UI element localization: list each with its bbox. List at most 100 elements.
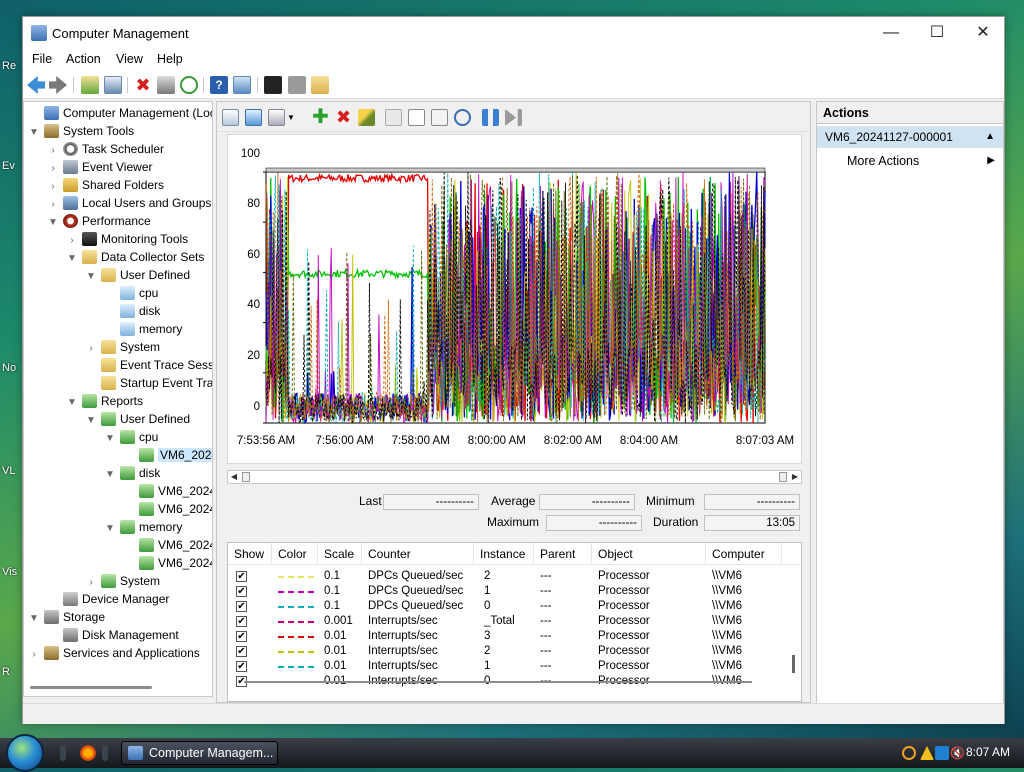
desktop-icon-label[interactable]: No bbox=[2, 362, 16, 374]
expand-arrow-icon[interactable]: › bbox=[28, 646, 40, 664]
copy-properties-icon[interactable] bbox=[385, 109, 402, 126]
tree-item[interactable]: VM6_2024 bbox=[123, 554, 212, 572]
print-icon[interactable] bbox=[157, 76, 175, 94]
show-checkbox[interactable]: ✔ bbox=[236, 571, 247, 582]
time-range-start-handle[interactable] bbox=[242, 472, 250, 482]
legend-row[interactable]: ✔ 0.01 Interrupts/sec 1 --- Processor \\VM6 bbox=[228, 659, 801, 674]
highlight-icon[interactable] bbox=[358, 109, 375, 126]
actions-selected-item[interactable]: VM6_20241127-000001 ▲ bbox=[817, 126, 1003, 148]
title-bar[interactable]: Computer Management — ☐ ✕ bbox=[23, 17, 1004, 49]
step-icon[interactable] bbox=[505, 109, 522, 126]
show-checkbox[interactable]: ✔ bbox=[236, 601, 247, 612]
column-object[interactable]: Object bbox=[592, 543, 706, 565]
forward-icon[interactable] bbox=[49, 76, 67, 94]
scrollbar-thumb[interactable] bbox=[30, 686, 152, 689]
collapse-arrow-icon[interactable]: ▼ bbox=[28, 124, 40, 142]
desktop-icon-label[interactable]: R bbox=[2, 666, 10, 678]
more-actions[interactable]: More Actions bbox=[847, 154, 919, 168]
performance-chart[interactable]: 100 80 60 40 20 0 7:53:56 AM 7:56:00 AM 7:… bbox=[227, 134, 802, 464]
column-color[interactable]: Color bbox=[272, 543, 318, 565]
legend-horizontal-scrollbar[interactable] bbox=[244, 681, 752, 683]
tree-item[interactable]: VM6_2024 bbox=[123, 482, 212, 500]
warning-icon[interactable] bbox=[920, 746, 934, 760]
scroll-right-icon[interactable]: ▶ bbox=[789, 471, 801, 483]
scroll-left-icon[interactable]: ◀ bbox=[228, 471, 240, 483]
legend-vertical-scrollbar[interactable] bbox=[792, 655, 795, 673]
tree-item[interactable]: › Shared Folders bbox=[47, 176, 164, 194]
view-histogram-icon[interactable] bbox=[245, 109, 262, 126]
show-hide-tree-icon[interactable] bbox=[104, 76, 122, 94]
tree-item[interactable]: Device Manager bbox=[47, 590, 169, 608]
legend-row[interactable]: ✔ 0.01 Interrupts/sec 3 --- Processor \\VM6 bbox=[228, 629, 801, 644]
network-icon[interactable] bbox=[935, 746, 949, 760]
tree-item[interactable]: cpu bbox=[104, 284, 158, 302]
desktop-icon-label[interactable]: Vis bbox=[2, 566, 17, 578]
tree-item[interactable]: ▼ Performance bbox=[47, 212, 151, 230]
tree-item[interactable]: ▼ disk bbox=[104, 464, 160, 482]
up-folder-icon[interactable] bbox=[81, 76, 99, 94]
column-instance[interactable]: Instance bbox=[474, 543, 534, 565]
desktop-icon-label[interactable]: VL bbox=[2, 465, 15, 477]
collapse-arrow-icon[interactable]: ▼ bbox=[104, 430, 116, 448]
legend-row[interactable]: ✔ 0.1 DPCs Queued/sec 0 --- Processor \\VM6 bbox=[228, 599, 801, 614]
tree-item[interactable]: Startup Event Tra bbox=[85, 374, 212, 392]
tree-item[interactable]: Disk Management bbox=[47, 626, 179, 644]
collapse-arrow-icon[interactable]: ▼ bbox=[85, 412, 97, 430]
tree-item[interactable]: ▼ memory bbox=[104, 518, 182, 536]
paste-counter-list-icon[interactable] bbox=[408, 109, 425, 126]
column-counter[interactable]: Counter bbox=[362, 543, 474, 565]
collapse-arrow-icon[interactable]: ▼ bbox=[66, 394, 78, 412]
menu-action[interactable]: Action bbox=[66, 52, 101, 66]
tree-item[interactable]: ▼ User Defined bbox=[85, 410, 190, 428]
refresh-icon[interactable] bbox=[180, 76, 198, 94]
menu-file[interactable]: File bbox=[32, 52, 52, 66]
show-checkbox[interactable]: ✔ bbox=[236, 661, 247, 672]
delete-icon[interactable]: ✖ bbox=[134, 76, 152, 94]
properties-icon[interactable] bbox=[431, 109, 448, 126]
tree-item[interactable]: › Task Scheduler bbox=[47, 140, 164, 158]
search-icon[interactable] bbox=[902, 746, 916, 760]
tree-item[interactable]: › Event Viewer bbox=[47, 158, 152, 176]
tree-item[interactable]: ▼ System Tools bbox=[28, 122, 134, 140]
tree-item[interactable]: ▼ cpu bbox=[104, 428, 158, 446]
legend-row[interactable]: ✔ 0.1 DPCs Queued/sec 2 --- Processor \\VM6 bbox=[228, 569, 801, 584]
close-button[interactable]: ✕ bbox=[960, 17, 1006, 49]
time-range-end-handle[interactable] bbox=[779, 472, 787, 482]
start-button[interactable] bbox=[6, 734, 44, 772]
tree-item[interactable]: ▼ Storage bbox=[28, 608, 105, 626]
stop-icon[interactable] bbox=[288, 76, 306, 94]
desktop-icon-label[interactable]: Re bbox=[2, 60, 16, 72]
show-checkbox[interactable]: ✔ bbox=[236, 631, 247, 642]
menu-view[interactable]: View bbox=[116, 52, 143, 66]
tree-item[interactable]: memory bbox=[104, 320, 182, 338]
time-scrollbar[interactable]: ◀ ▶ bbox=[227, 470, 802, 484]
column-computer[interactable]: Computer bbox=[706, 543, 782, 565]
maximize-button[interactable]: ☐ bbox=[914, 17, 960, 49]
back-icon[interactable] bbox=[27, 76, 45, 94]
legend-row[interactable]: ✔ 0.001 Interrupts/sec _Total --- Processor \\… bbox=[228, 614, 801, 629]
delete-counter-icon[interactable]: ✖ bbox=[335, 108, 352, 126]
tree-item[interactable]: disk bbox=[104, 302, 160, 320]
collapse-icon[interactable]: ▲ bbox=[985, 126, 995, 148]
legend-row[interactable]: ✔ 0.01 Interrupts/sec 2 --- Processor \\VM6 bbox=[228, 644, 801, 659]
tree-item[interactable]: › System bbox=[85, 338, 160, 356]
volume-muted-icon[interactable]: 🔇 bbox=[950, 746, 965, 760]
column-show[interactable]: Show bbox=[228, 543, 272, 565]
graph-type-dropdown-icon[interactable]: ▼ bbox=[287, 109, 297, 126]
legend-row[interactable]: ✔ 0.1 DPCs Queued/sec 1 --- Processor \\VM6 bbox=[228, 584, 801, 599]
change-graph-type-icon[interactable] bbox=[268, 109, 285, 126]
firefox-icon[interactable] bbox=[80, 745, 96, 761]
collapse-arrow-icon[interactable]: ▼ bbox=[104, 520, 116, 538]
collapse-arrow-icon[interactable]: ▼ bbox=[104, 466, 116, 484]
taskbar-computer-management[interactable]: Computer Managem... bbox=[121, 741, 278, 765]
tree-item[interactable]: Event Trace Sess bbox=[85, 356, 212, 374]
show-checkbox[interactable]: ✔ bbox=[236, 586, 247, 597]
collapse-arrow-icon[interactable]: ▼ bbox=[47, 214, 59, 232]
tree-item[interactable]: ▼ Data Collector Sets bbox=[66, 248, 204, 266]
collapse-arrow-icon[interactable]: ▼ bbox=[66, 250, 78, 268]
tree-item[interactable]: ▼ Reports bbox=[66, 392, 143, 410]
column-scale[interactable]: Scale bbox=[318, 543, 362, 565]
pause-icon[interactable] bbox=[482, 109, 499, 126]
show-checkbox[interactable]: ✔ bbox=[236, 646, 247, 657]
folder-icon[interactable] bbox=[311, 76, 329, 94]
